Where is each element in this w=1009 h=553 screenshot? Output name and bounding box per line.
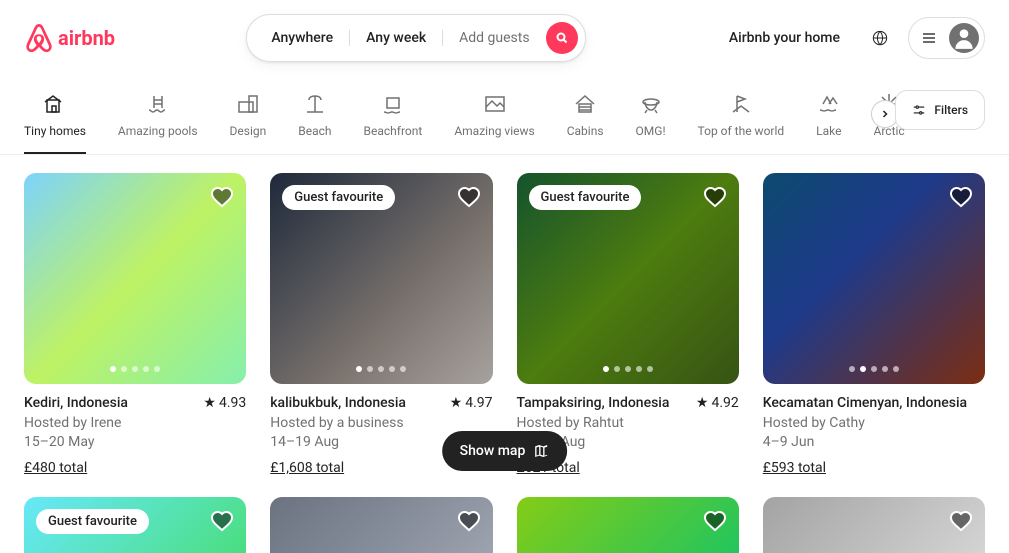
heart-icon (703, 185, 727, 209)
listing-card[interactable]: Kecamatan Cimenyan, Indonesia Hosted by … (763, 173, 985, 479)
listing-host: Hosted by Cathy (763, 414, 985, 434)
listing-host: Hosted by Irene (24, 414, 246, 434)
beachfront-icon (381, 92, 405, 116)
category-omg[interactable]: OMG! (636, 92, 666, 154)
tiny-homes-icon (43, 92, 67, 116)
pool-icon (146, 92, 170, 116)
host-link[interactable]: Airbnb your home (717, 18, 852, 58)
airbnb-logo-icon (24, 22, 54, 54)
wishlist-button[interactable] (949, 185, 973, 213)
listing-card[interactable] (270, 497, 492, 553)
search-when[interactable]: Any week (350, 30, 443, 46)
heart-icon (457, 185, 481, 209)
listing-card[interactable] (517, 497, 739, 553)
search-who[interactable]: Add guests (443, 30, 545, 46)
heart-icon (949, 509, 973, 533)
category-amazing-pools[interactable]: Amazing pools (118, 92, 198, 154)
filters-icon (912, 103, 926, 117)
search-pill[interactable]: Anywhere Any week Add guests (246, 14, 585, 62)
listing-rating: ★ 4.97 (450, 394, 493, 414)
heart-icon (457, 509, 481, 533)
image-dots (849, 366, 899, 372)
listing-image[interactable] (517, 497, 739, 553)
category-top-of-world[interactable]: Top of the world (698, 92, 785, 154)
beach-icon (303, 92, 327, 116)
listing-price: £593 total (763, 459, 985, 479)
search-where[interactable]: Anywhere (255, 30, 350, 46)
heart-icon (703, 509, 727, 533)
listing-title: Kecamatan Cimenyan, Indonesia (763, 394, 967, 414)
user-icon (951, 25, 977, 51)
wishlist-button[interactable] (210, 185, 234, 213)
logo[interactable]: airbnb (24, 22, 115, 54)
show-map-button[interactable]: Show map (442, 431, 568, 471)
image-dots (603, 366, 653, 372)
listing-card[interactable]: Kediri, Indonesia★ 4.93 Hosted by Irene … (24, 173, 246, 479)
wishlist-button[interactable] (703, 185, 727, 213)
listing-title: Kediri, Indonesia (24, 394, 128, 414)
listing-dates: 15–20 May (24, 433, 246, 453)
listing-card[interactable] (763, 497, 985, 553)
category-bar: Tiny homes Amazing pools Design Beach Be… (0, 76, 1009, 155)
search-button[interactable] (546, 22, 578, 54)
wishlist-button[interactable] (457, 185, 481, 213)
listing-image[interactable] (24, 173, 246, 384)
category-lake[interactable]: Lake (816, 92, 841, 154)
logo-text: airbnb (58, 26, 115, 50)
guest-favourite-badge: Guest favourite (529, 185, 642, 210)
listing-title: kalibukbuk, Indonesia (270, 394, 406, 414)
search-icon (556, 32, 568, 44)
category-amazing-views[interactable]: Amazing views (454, 92, 534, 154)
listing-rating: ★ 4.92 (696, 394, 739, 414)
category-beachfront[interactable]: Beachfront (364, 92, 423, 154)
category-beach[interactable]: Beach (298, 92, 331, 154)
avatar (949, 23, 979, 53)
listing-dates: 4–9 Jun (763, 433, 985, 453)
heart-icon (210, 509, 234, 533)
listing-image[interactable]: Guest favourite (270, 173, 492, 384)
listing-price: £480 total (24, 459, 246, 479)
views-icon (483, 92, 507, 116)
map-icon (533, 443, 549, 459)
image-dots (110, 366, 160, 372)
language-button[interactable] (860, 18, 900, 58)
header-right: Airbnb your home (717, 17, 985, 59)
heart-icon (949, 185, 973, 209)
listings-grid-row2: Guest favourite (0, 497, 1009, 553)
listing-title: Tampaksiring, Indonesia (517, 394, 670, 414)
listing-card[interactable]: Guest favourite (24, 497, 246, 553)
globe-icon (872, 30, 888, 46)
filters-button[interactable]: Filters (895, 90, 985, 130)
listing-image[interactable] (763, 497, 985, 553)
category-design[interactable]: Design (230, 92, 267, 154)
image-dots (356, 366, 406, 372)
menu-icon (921, 30, 937, 46)
chevron-right-icon (879, 108, 891, 120)
omg-icon (639, 92, 663, 116)
listing-rating: ★ 4.93 (203, 394, 246, 414)
category-cabins[interactable]: Cabins (567, 92, 604, 154)
listing-image[interactable]: Guest favourite (24, 497, 246, 553)
listing-image[interactable] (270, 497, 492, 553)
lake-icon (817, 92, 841, 116)
listing-image[interactable]: Guest favourite (517, 173, 739, 384)
flag-icon (729, 92, 753, 116)
guest-favourite-badge: Guest favourite (36, 509, 149, 534)
category-tiny-homes[interactable]: Tiny homes (24, 92, 86, 154)
header: airbnb Anywhere Any week Add guests Airb… (0, 0, 1009, 76)
design-icon (236, 92, 260, 116)
cabin-icon (573, 92, 597, 116)
user-menu[interactable] (908, 17, 985, 59)
listing-image[interactable] (763, 173, 985, 384)
heart-icon (210, 185, 234, 209)
guest-favourite-badge: Guest favourite (282, 185, 395, 210)
